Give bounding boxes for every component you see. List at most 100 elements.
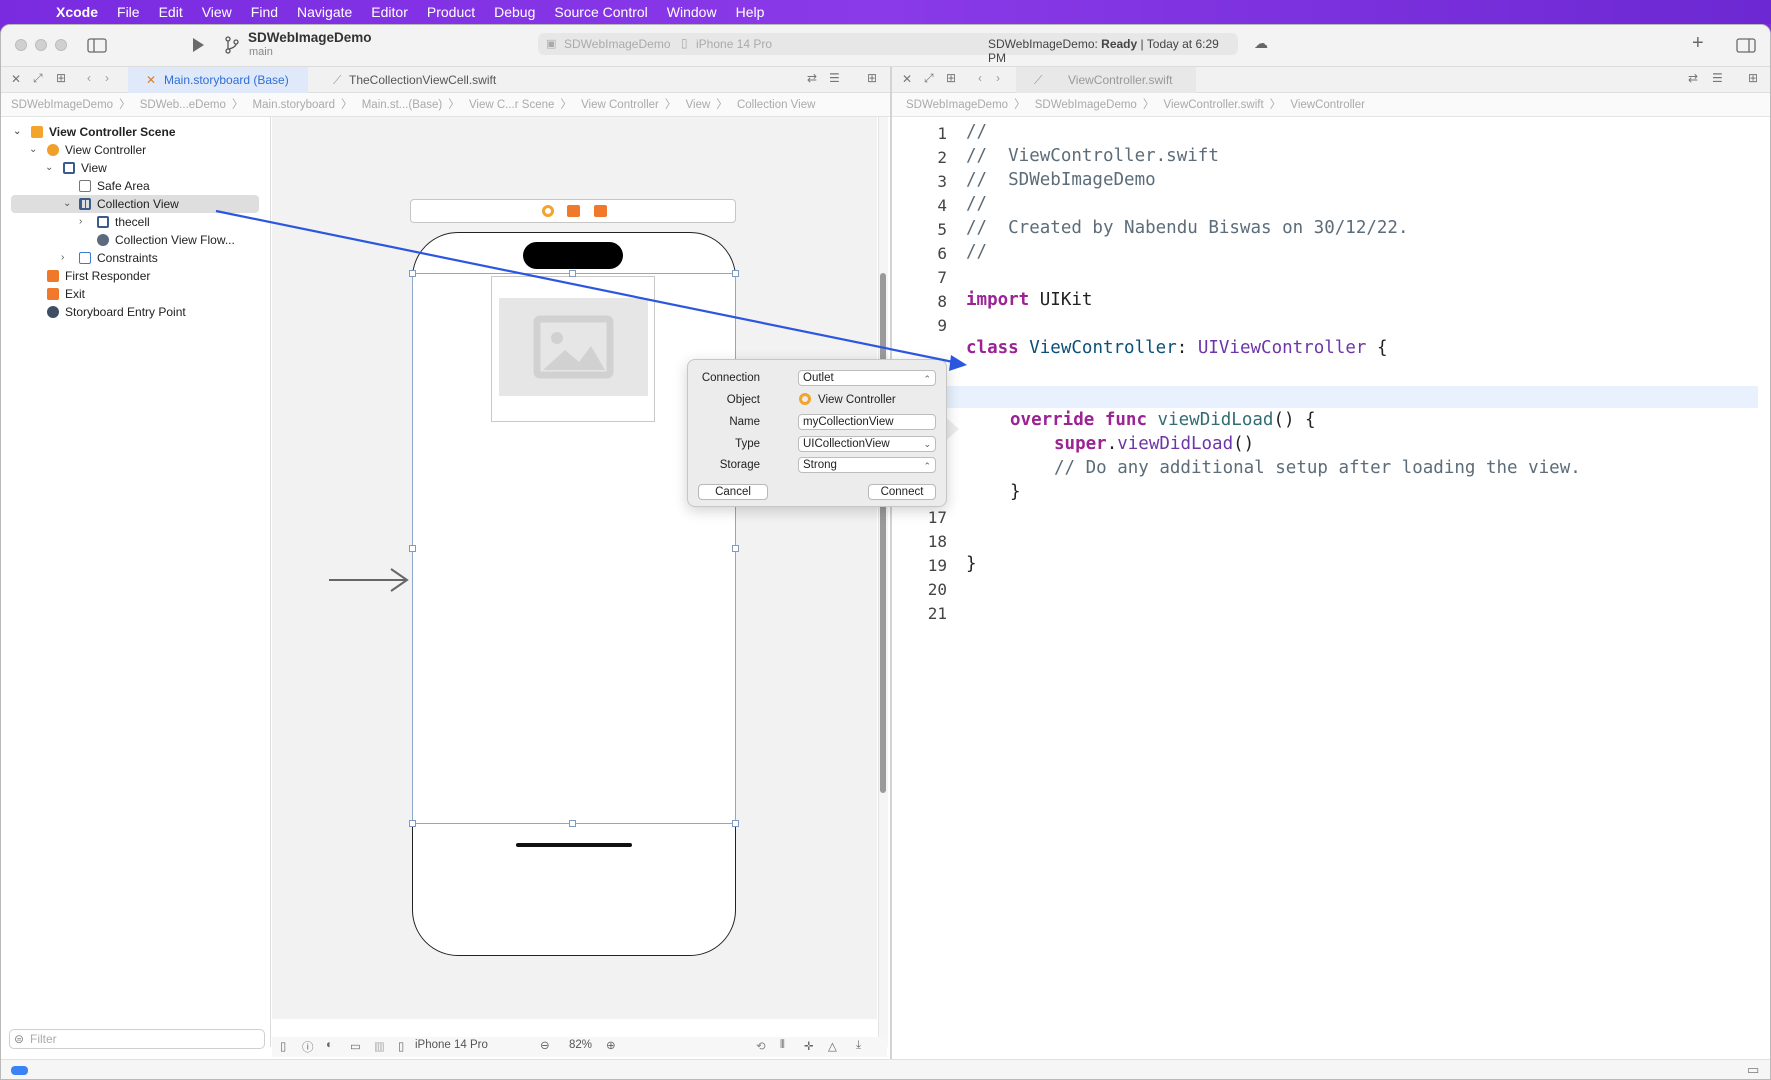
- grid-icon[interactable]: ⊞: [946, 71, 956, 85]
- jump-item[interactable]: SDWebImageDemo: [906, 99, 1008, 111]
- outline-filter-field[interactable]: ⊜ Filter: [9, 1029, 265, 1049]
- jump-item[interactable]: View Controller: [581, 99, 659, 111]
- jump-item[interactable]: View C...r Scene: [469, 99, 554, 111]
- tab-view-controller-swift[interactable]: ⟋ ViewController.swift: [1016, 67, 1196, 93]
- menu-product[interactable]: Product: [427, 4, 475, 20]
- add-icon[interactable]: +: [1692, 32, 1704, 55]
- outline-safe-area[interactable]: Safe Area: [79, 177, 259, 195]
- accessibility-icon[interactable]: ⓘ: [302, 1039, 314, 1055]
- zoom-window-button[interactable]: [55, 39, 67, 51]
- code-editor[interactable]: [892, 117, 1770, 1047]
- jump-item[interactable]: SDWebImageDemo: [11, 99, 113, 111]
- menu-editor[interactable]: Editor: [371, 4, 408, 20]
- menu-app[interactable]: Xcode: [56, 4, 98, 20]
- menu-edit[interactable]: Edit: [159, 4, 183, 20]
- appearance-icon[interactable]: ◐: [326, 1039, 333, 1051]
- tab-collection-view-cell[interactable]: ⟋ TheCollectionViewCell.swift: [315, 67, 515, 93]
- inspector-toggle-icon[interactable]: [1736, 38, 1756, 53]
- menu-find[interactable]: Find: [251, 4, 278, 20]
- menu-view[interactable]: View: [202, 4, 232, 20]
- disclosure-open-icon[interactable]: ⌄: [45, 159, 53, 177]
- disclosure-open-icon[interactable]: ⌄: [29, 141, 37, 159]
- add-editor-icon[interactable]: ⊞: [867, 71, 877, 85]
- disclosure-closed-icon[interactable]: ›: [79, 213, 82, 231]
- menu-navigate[interactable]: Navigate: [297, 4, 352, 20]
- jump-item[interactable]: Main.storyboard: [253, 99, 335, 111]
- jump-item[interactable]: Collection View: [737, 99, 815, 111]
- disclosure-open-icon[interactable]: ⌄: [63, 195, 71, 213]
- entry-point-arrow-icon[interactable]: [327, 567, 411, 593]
- type-combo[interactable]: UICollectionView ⌄: [798, 436, 936, 452]
- outline-view[interactable]: ⌄ View: [45, 159, 255, 177]
- maximize-icon[interactable]: ⤢: [33, 71, 43, 86]
- orientation-icon[interactable]: ▭: [350, 1039, 361, 1053]
- back-icon[interactable]: ‹: [978, 71, 982, 85]
- jump-item[interactable]: ViewController.swift: [1164, 99, 1264, 111]
- disclosure-open-icon[interactable]: ⌄: [13, 123, 21, 141]
- bottom-panel-icon[interactable]: ▭: [1747, 1062, 1759, 1078]
- minimize-window-button[interactable]: [35, 39, 47, 51]
- tab-main-storyboard[interactable]: ✕ Main.storyboard (Base): [128, 67, 308, 93]
- resize-handle[interactable]: [409, 820, 416, 827]
- menu-help[interactable]: Help: [736, 4, 765, 20]
- jump-item[interactable]: ViewController: [1290, 99, 1365, 111]
- view-controller-dock-icon[interactable]: [542, 205, 554, 217]
- connection-select[interactable]: Outlet: [798, 370, 936, 386]
- outline-thecell[interactable]: › thecell: [79, 213, 259, 231]
- outline-view-controller[interactable]: ⌄ View Controller: [29, 141, 259, 159]
- jump-item[interactable]: SDWeb...eDemo: [140, 99, 226, 111]
- zoom-out-icon[interactable]: ⊖: [540, 1038, 550, 1052]
- outline-exit[interactable]: Exit: [47, 285, 257, 303]
- resolve-issues-icon[interactable]: △: [828, 1039, 837, 1053]
- close-editor-icon[interactable]: ✕: [11, 72, 21, 86]
- outline-scene[interactable]: ⌄ View Controller Scene: [13, 123, 263, 141]
- list-icon[interactable]: ☰: [829, 71, 840, 85]
- sidebar-toggle-icon[interactable]: [87, 38, 107, 53]
- resize-handle[interactable]: [409, 270, 416, 277]
- align-icon[interactable]: ⫴: [780, 1039, 785, 1052]
- zoom-in-icon[interactable]: ⊕: [606, 1038, 616, 1052]
- cloud-icon[interactable]: ☁: [1254, 35, 1268, 52]
- chevron-down-icon[interactable]: ⌄: [923, 437, 931, 451]
- outline-toggle-icon[interactable]: ▯: [280, 1039, 286, 1053]
- project-name[interactable]: SDWebImageDemo: [248, 30, 372, 45]
- swap-icon[interactable]: ⇄: [807, 71, 817, 85]
- resize-handle[interactable]: [409, 545, 416, 552]
- forward-icon[interactable]: ›: [996, 71, 1000, 85]
- connect-button[interactable]: Connect: [868, 484, 936, 500]
- cancel-button[interactable]: Cancel: [698, 484, 768, 500]
- storage-select[interactable]: Strong: [798, 457, 936, 473]
- exit-dock-icon[interactable]: [594, 205, 607, 217]
- close-window-button[interactable]: [15, 39, 27, 51]
- outlet-name-field[interactable]: myCollectionView: [798, 414, 936, 430]
- canvas-vertical-scroll-thumb[interactable]: [880, 273, 886, 793]
- resize-handle[interactable]: [732, 545, 739, 552]
- add-editor-icon[interactable]: ⊞: [1748, 71, 1758, 85]
- outline-collection-view[interactable]: ⌄ Collection View: [11, 195, 259, 213]
- resize-handle[interactable]: [732, 820, 739, 827]
- resize-handle[interactable]: [732, 270, 739, 277]
- grid-icon[interactable]: ⊞: [56, 71, 66, 85]
- menu-debug[interactable]: Debug: [494, 4, 535, 20]
- back-icon[interactable]: ‹: [87, 71, 91, 85]
- zoom-level[interactable]: 82%: [569, 1039, 592, 1051]
- layout-icon[interactable]: ▥: [374, 1039, 385, 1053]
- update-frames-icon[interactable]: ⟲: [756, 1039, 766, 1053]
- scheme-selector[interactable]: SDWebImageDemo: [564, 37, 671, 51]
- outline-entry-point[interactable]: Storyboard Entry Point: [47, 303, 267, 321]
- disclosure-closed-icon[interactable]: ›: [61, 249, 64, 267]
- first-responder-dock-icon[interactable]: [567, 205, 580, 217]
- jump-item[interactable]: SDWebImageDemo: [1035, 99, 1137, 111]
- embed-in-icon[interactable]: ⤓: [856, 1039, 861, 1052]
- outline-constraints[interactable]: › Constraints: [61, 249, 251, 267]
- resize-handle[interactable]: [569, 820, 576, 827]
- menu-source-control[interactable]: Source Control: [554, 4, 647, 20]
- add-constraints-icon[interactable]: ✛: [804, 1039, 814, 1053]
- close-editor-icon[interactable]: ✕: [902, 72, 912, 86]
- debug-area-toggle-icon[interactable]: [11, 1066, 28, 1075]
- device-selector[interactable]: iPhone 14 Pro: [415, 1039, 488, 1051]
- outline-first-responder[interactable]: First Responder: [47, 267, 257, 285]
- run-icon[interactable]: [191, 37, 205, 53]
- forward-icon[interactable]: ›: [105, 71, 109, 85]
- image-placeholder[interactable]: [499, 298, 648, 396]
